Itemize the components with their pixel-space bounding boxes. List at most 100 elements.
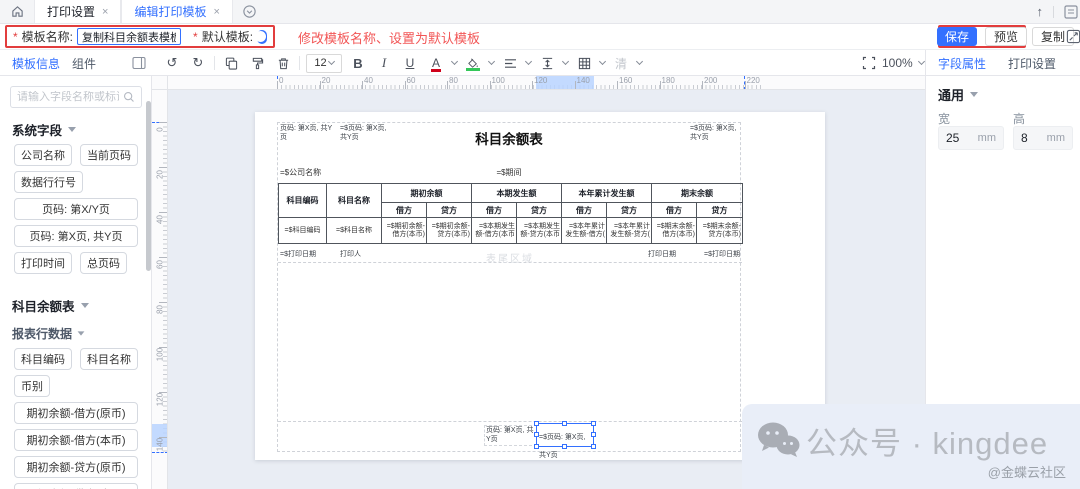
table-subheader-cell[interactable]: 贷方 xyxy=(427,203,472,218)
fill-color-button[interactable] xyxy=(463,53,483,73)
chevron-down-icon[interactable] xyxy=(562,58,569,65)
tab-edit-print-template[interactable]: 编辑打印模板 × xyxy=(121,0,232,23)
tab-print-setup[interactable]: 打印设置 xyxy=(1008,55,1056,72)
tab-field-properties[interactable]: 字段属性 xyxy=(938,55,986,72)
subsection-report-row-data[interactable]: 报表行数据 xyxy=(12,325,85,342)
sidebar-scrollbar[interactable] xyxy=(146,101,151,271)
table-group-header-cell[interactable]: 本期发生额 xyxy=(472,184,562,203)
table-subheader-cell[interactable]: 借方 xyxy=(382,203,427,218)
width-input[interactable]: 25 mm xyxy=(938,126,1004,150)
bold-button[interactable]: B xyxy=(348,53,368,73)
search-icon[interactable] xyxy=(123,91,135,103)
field-search-input[interactable] xyxy=(17,91,119,103)
zoom-level[interactable]: 100% xyxy=(882,56,913,70)
chevron-down-icon[interactable] xyxy=(599,58,606,65)
table-subheader-cell[interactable]: 贷方 xyxy=(607,203,652,218)
bottom-page-number-label[interactable]: 页码: 第X页, 共Y页 xyxy=(484,425,537,446)
fullscreen-icon[interactable] xyxy=(1066,29,1080,44)
field-button[interactable]: 期初余额-贷方(本币) xyxy=(14,483,138,489)
italic-button[interactable]: I xyxy=(374,53,394,73)
tab-template-info[interactable]: 模板信息 xyxy=(12,55,60,72)
resize-handle[interactable] xyxy=(534,444,539,449)
font-size-select[interactable]: 12 xyxy=(306,54,342,73)
table-data-cell[interactable]: =$期末余额-借方(本币) xyxy=(652,218,697,244)
vertical-align-button[interactable] xyxy=(537,53,557,73)
save-button[interactable]: 保存 xyxy=(937,27,977,46)
table-header-cell[interactable]: 科目名称 xyxy=(327,184,382,218)
table-data-cell[interactable]: =$科目编码 xyxy=(279,218,327,244)
redo-icon[interactable]: ↻ xyxy=(188,53,208,73)
resize-handle[interactable] xyxy=(591,432,596,437)
field-button[interactable]: 期初余额-贷方(原币) xyxy=(14,456,138,478)
period-field[interactable]: =$期间 xyxy=(278,167,740,178)
format-painter-icon[interactable] xyxy=(247,53,267,73)
table-subheader-cell[interactable]: 贷方 xyxy=(517,203,562,218)
selected-page-number-field[interactable]: =$页码: 第X页, 共Y页 xyxy=(536,423,594,447)
resize-handle[interactable] xyxy=(562,444,567,449)
resize-handle[interactable] xyxy=(534,432,539,437)
field-button[interactable]: 币别 xyxy=(14,375,50,397)
tab-components[interactable]: 组件 xyxy=(72,55,96,72)
field-button[interactable]: 总页码 xyxy=(80,252,127,274)
table-data-cell[interactable]: =$本年累计发生额-借方( xyxy=(562,218,607,244)
report-title[interactable]: 科目余额表 xyxy=(278,128,740,148)
fit-screen-icon[interactable] xyxy=(862,56,876,70)
preview-button[interactable]: 预览 xyxy=(985,27,1027,46)
table-subheader-cell[interactable]: 借方 xyxy=(652,203,697,218)
align-button[interactable] xyxy=(500,53,520,73)
tab-print-settings[interactable]: 打印设置 × xyxy=(34,0,121,23)
field-button[interactable]: 科目名称 xyxy=(80,348,138,370)
table-data-cell[interactable]: =$本期发生额-借方(本币 xyxy=(472,218,517,244)
print-date-field-right[interactable]: =$打印日期 xyxy=(704,251,740,260)
table-group-header-cell[interactable]: 期末余额 xyxy=(652,184,743,203)
chevron-down-icon[interactable] xyxy=(488,58,495,65)
section-system-fields[interactable]: 系统字段 xyxy=(12,120,76,139)
more-panels-icon[interactable] xyxy=(1064,5,1078,19)
template-page[interactable]: 页码: 第X页, 共Y页 =$页码: 第X页, 共Y页 科目余额表 =$页码: … xyxy=(255,112,825,460)
default-template-toggle[interactable] xyxy=(257,30,267,44)
resize-handle[interactable] xyxy=(534,421,539,426)
table-data-cell[interactable]: =$本期发生额-贷方(本币 xyxy=(517,218,562,244)
table-button[interactable] xyxy=(574,53,594,73)
copy-icon[interactable] xyxy=(221,53,241,73)
chevron-down-icon[interactable] xyxy=(451,58,458,65)
height-input[interactable]: 8 mm xyxy=(1013,126,1073,150)
tab-history-icon[interactable] xyxy=(233,0,267,23)
font-color-button[interactable]: A xyxy=(426,53,446,73)
table-group-header-cell[interactable]: 本年累计发生额 xyxy=(562,184,652,203)
scroll-top-icon[interactable]: ↑ xyxy=(1037,4,1044,19)
field-button[interactable]: 数据行行号 xyxy=(14,171,83,193)
field-button[interactable]: 页码: 第X页, 共Y页 xyxy=(14,225,138,247)
template-name-input[interactable] xyxy=(77,28,181,45)
delete-icon[interactable] xyxy=(273,53,293,73)
table-data-cell[interactable]: =$本年累计发生额-贷方( xyxy=(607,218,652,244)
table-data-cell[interactable]: =$科目名称 xyxy=(327,218,382,244)
table-data-cell[interactable]: =$期末余额-贷方(本币) xyxy=(697,218,743,244)
underline-button[interactable]: U xyxy=(400,53,420,73)
table-data-cell[interactable]: =$期初余额-贷方(本币) xyxy=(427,218,472,244)
table-subheader-cell[interactable]: 借方 xyxy=(472,203,517,218)
close-icon[interactable]: × xyxy=(102,6,108,18)
close-icon[interactable]: × xyxy=(213,6,219,18)
table-data-cell[interactable]: =$期初余额-借方(本币) xyxy=(382,218,427,244)
table-subheader-cell[interactable]: 贷方 xyxy=(697,203,743,218)
field-button[interactable]: 打印时间 xyxy=(14,252,72,274)
field-button[interactable]: 期初余额-借方(原币) xyxy=(14,402,138,424)
home-icon[interactable] xyxy=(0,0,34,23)
field-button[interactable]: 期初余额-借方(本币) xyxy=(14,429,138,451)
resize-handle[interactable] xyxy=(591,421,596,426)
table-group-header-cell[interactable]: 期初余额 xyxy=(382,184,472,203)
field-button[interactable]: 科目编码 xyxy=(14,348,72,370)
field-button[interactable]: 当前页码 xyxy=(80,144,138,166)
print-date-label[interactable]: 打印日期 xyxy=(648,251,676,260)
field-button[interactable]: 公司名称 xyxy=(14,144,72,166)
section-account-balance[interactable]: 科目余额表 xyxy=(12,296,89,315)
table-subheader-cell[interactable]: 借方 xyxy=(562,203,607,218)
chevron-down-icon[interactable] xyxy=(918,58,925,65)
collapse-left-panel-icon[interactable] xyxy=(132,56,146,70)
chevron-down-icon[interactable] xyxy=(525,58,532,65)
header-page-number-field-right[interactable]: =$页码: 第X页, 共Y页 xyxy=(690,125,740,142)
field-button[interactable]: 页码: 第X/Y页 xyxy=(14,198,138,220)
section-general[interactable]: 通用 xyxy=(938,85,978,104)
resize-handle[interactable] xyxy=(562,421,567,426)
